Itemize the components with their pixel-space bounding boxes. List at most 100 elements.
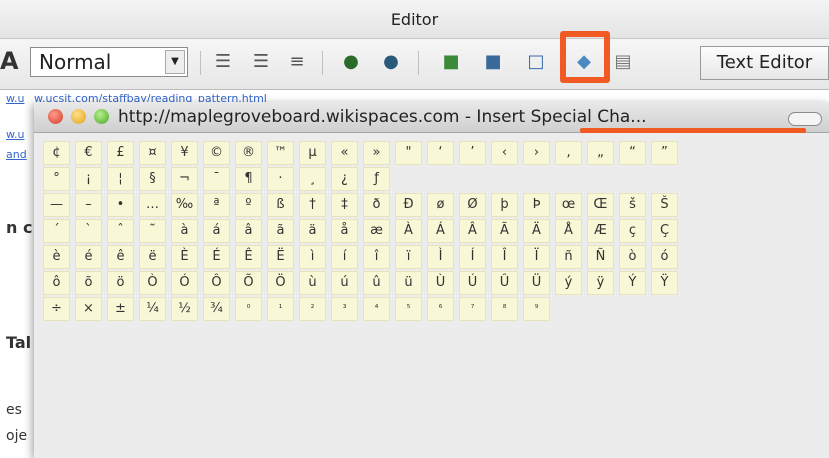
character-cell[interactable]: £ xyxy=(107,141,134,165)
character-cell[interactable]: • xyxy=(107,193,134,217)
character-cell[interactable]: ¿ xyxy=(331,167,358,191)
character-cell[interactable]: ⁵ xyxy=(395,297,422,321)
link-globe-icon[interactable]: ● xyxy=(340,51,362,73)
character-cell[interactable]: ï xyxy=(395,245,422,269)
character-cell[interactable]: æ xyxy=(363,219,390,243)
character-cell[interactable]: ³ xyxy=(331,297,358,321)
character-cell[interactable]: » xyxy=(363,141,390,165)
character-cell[interactable]: õ xyxy=(75,271,102,295)
ordered-list-icon[interactable]: ☰ xyxy=(212,51,234,73)
character-cell[interactable]: ý xyxy=(555,271,582,295)
character-cell[interactable]: ¥ xyxy=(171,141,198,165)
character-cell[interactable]: ¸ xyxy=(299,167,326,191)
character-cell[interactable]: µ xyxy=(299,141,326,165)
character-cell[interactable]: ⁷ xyxy=(459,297,486,321)
character-cell[interactable]: „ xyxy=(587,141,614,165)
character-cell[interactable]: ú xyxy=(331,271,358,295)
character-cell[interactable]: ² xyxy=(299,297,326,321)
character-cell[interactable]: ⁰ xyxy=(235,297,262,321)
character-cell[interactable]: Ö xyxy=(267,271,294,295)
character-cell[interactable]: ò xyxy=(619,245,646,269)
character-cell[interactable]: Ø xyxy=(459,193,486,217)
character-cell[interactable]: ⁹ xyxy=(523,297,550,321)
character-cell[interactable]: ¤ xyxy=(139,141,166,165)
character-cell[interactable]: § xyxy=(139,167,166,191)
character-cell[interactable]: · xyxy=(267,167,294,191)
character-cell[interactable]: À xyxy=(395,219,422,243)
character-cell[interactable]: ƒ xyxy=(363,167,390,191)
character-cell[interactable]: ß xyxy=(267,193,294,217)
code-icon[interactable]: ▤ xyxy=(612,51,634,73)
unlink-globe-icon[interactable]: ● xyxy=(380,51,402,73)
character-cell[interactable]: Ê xyxy=(235,245,262,269)
character-cell[interactable]: Â xyxy=(459,219,486,243)
character-cell[interactable]: Ï xyxy=(523,245,550,269)
character-cell[interactable]: Ò xyxy=(139,271,166,295)
character-cell[interactable]: Å xyxy=(555,219,582,243)
character-cell[interactable]: Ã xyxy=(491,219,518,243)
toolbar-toggle-button[interactable] xyxy=(788,112,822,126)
media-icon[interactable]: ■ xyxy=(482,51,504,73)
character-cell[interactable]: Î xyxy=(491,245,518,269)
character-cell[interactable]: é xyxy=(75,245,102,269)
character-cell[interactable]: ® xyxy=(235,141,262,165)
character-cell[interactable]: ó xyxy=(651,245,678,269)
character-cell[interactable]: ¦ xyxy=(107,167,134,191)
background-fragment[interactable]: w.u xyxy=(6,92,24,105)
character-cell[interactable]: å xyxy=(331,219,358,243)
character-cell[interactable]: ë xyxy=(139,245,166,269)
character-cell[interactable]: ½ xyxy=(171,297,198,321)
format-select[interactable]: Normal ▼ xyxy=(30,47,188,77)
character-cell[interactable]: Û xyxy=(491,271,518,295)
character-cell[interactable]: Ô xyxy=(203,271,230,295)
character-cell[interactable]: ° xyxy=(43,167,70,191)
horizontal-rule-icon[interactable]: ≡ xyxy=(286,51,308,73)
character-cell[interactable]: î xyxy=(363,245,390,269)
character-cell[interactable]: É xyxy=(203,245,230,269)
character-cell[interactable]: š xyxy=(619,193,646,217)
character-cell[interactable]: ‡ xyxy=(331,193,358,217)
character-cell[interactable]: Ä xyxy=(523,219,550,243)
background-fragment[interactable]: w.u xyxy=(6,128,24,141)
character-cell[interactable]: ¼ xyxy=(139,297,166,321)
character-cell[interactable]: ì xyxy=(299,245,326,269)
character-cell[interactable]: ù xyxy=(299,271,326,295)
character-cell[interactable]: Þ xyxy=(523,193,550,217)
character-cell[interactable]: Í xyxy=(459,245,486,269)
character-cell[interactable]: ⁴ xyxy=(363,297,390,321)
character-cell[interactable]: ˜ xyxy=(139,219,166,243)
image-icon[interactable]: ■ xyxy=(440,51,462,73)
character-cell[interactable]: Œ xyxy=(587,193,614,217)
character-cell[interactable]: Á xyxy=(427,219,454,243)
character-cell[interactable]: ” xyxy=(651,141,678,165)
character-cell[interactable]: “ xyxy=(619,141,646,165)
character-cell[interactable]: º xyxy=(235,193,262,217)
character-cell[interactable]: ¹ xyxy=(267,297,294,321)
character-cell[interactable]: € xyxy=(75,141,102,165)
character-cell[interactable]: û xyxy=(363,271,390,295)
character-cell[interactable]: © xyxy=(203,141,230,165)
character-cell[interactable]: Ì xyxy=(427,245,454,269)
unordered-list-icon[interactable]: ☰ xyxy=(250,51,272,73)
character-cell[interactable]: ð xyxy=(363,193,390,217)
character-cell[interactable]: ü xyxy=(395,271,422,295)
character-cell[interactable]: Ë xyxy=(267,245,294,269)
character-cell[interactable]: á xyxy=(203,219,230,243)
character-cell[interactable]: ¬ xyxy=(171,167,198,191)
character-cell[interactable]: ⁸ xyxy=(491,297,518,321)
character-cell[interactable]: ¶ xyxy=(235,167,262,191)
character-cell[interactable]: Ù xyxy=(427,271,454,295)
character-cell[interactable]: Ð xyxy=(395,193,422,217)
character-cell[interactable]: È xyxy=(171,245,198,269)
character-cell[interactable]: ’ xyxy=(459,141,486,165)
character-cell[interactable]: — xyxy=(43,193,70,217)
character-cell[interactable]: è xyxy=(43,245,70,269)
zoom-icon[interactable] xyxy=(94,109,109,124)
character-cell[interactable]: … xyxy=(139,193,166,217)
table-icon[interactable]: □ xyxy=(525,51,547,73)
character-cell[interactable]: Ó xyxy=(171,271,198,295)
character-cell[interactable]: ¢ xyxy=(43,141,70,165)
character-cell[interactable]: à xyxy=(171,219,198,243)
character-cell[interactable]: ô xyxy=(43,271,70,295)
character-cell[interactable]: ª xyxy=(203,193,230,217)
